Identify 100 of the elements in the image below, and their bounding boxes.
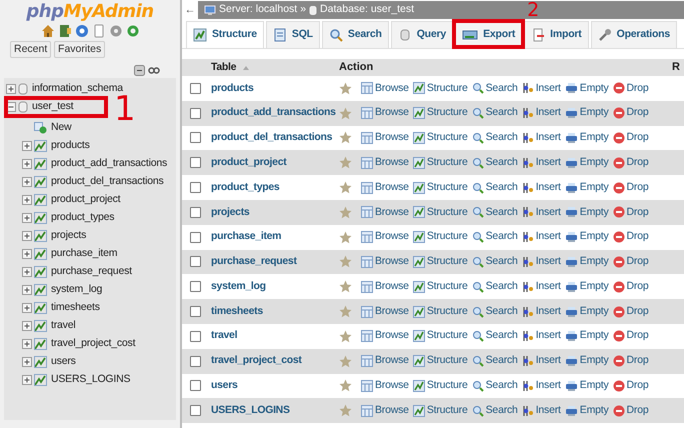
action-link[interactable]: Structure [412, 304, 468, 320]
action-link[interactable]: Empty [564, 180, 609, 196]
tab[interactable]: Search [322, 21, 389, 48]
action-link[interactable]: Search [472, 353, 518, 370]
breadcrumb-link[interactable]: Server: localhost [219, 2, 298, 18]
action-link[interactable]: Empty [564, 80, 609, 96]
action-link[interactable]: Empty [564, 204, 609, 220]
action-link[interactable]: Browse [361, 154, 409, 171]
row-checkbox[interactable] [190, 256, 201, 268]
favorite-star-icon[interactable] [339, 156, 352, 170]
action-link[interactable]: Browse [361, 254, 409, 270]
favorite-star-icon[interactable] [339, 330, 352, 343]
row-checkbox[interactable] [190, 380, 201, 392]
action-link[interactable]: Empty [564, 304, 609, 320]
action-link[interactable]: Search [472, 105, 518, 122]
action-link[interactable]: Browse [361, 180, 409, 196]
action-link[interactable]: Empty [564, 402, 609, 419]
action-link[interactable]: Browse [361, 328, 409, 344]
favorite-star-icon[interactable] [339, 305, 352, 318]
action-link[interactable]: Drop [612, 105, 648, 122]
expand-icon[interactable] [22, 285, 32, 295]
favorite-star-icon[interactable] [339, 82, 352, 95]
table-name-link[interactable]: product_add_transactions [211, 106, 336, 118]
table-name-link[interactable]: system_log [211, 280, 266, 292]
table-name-link[interactable]: product_types [211, 180, 280, 193]
action-link[interactable]: Drop [612, 402, 648, 419]
tab[interactable]: Structure [186, 21, 264, 48]
action-link[interactable]: Structure [412, 180, 468, 196]
action-link[interactable]: Empty [564, 353, 609, 370]
favorite-star-icon[interactable] [339, 230, 352, 244]
row-checkbox[interactable] [190, 356, 201, 367]
table-name-link[interactable]: product_del_transactions [211, 131, 332, 144]
expand-icon[interactable] [22, 177, 32, 187]
action-link[interactable]: Empty [564, 328, 609, 344]
tree-item[interactable]: projects [49, 228, 88, 244]
tree-item[interactable]: product_project [49, 192, 122, 208]
expand-icon[interactable] [22, 159, 32, 169]
action-link[interactable]: Search [472, 402, 518, 419]
action-link[interactable]: Insert [522, 353, 561, 370]
row-checkbox[interactable] [190, 330, 201, 342]
action-link[interactable]: Search [472, 304, 518, 320]
tab[interactable]: SQL [266, 21, 320, 48]
table-name-link[interactable]: purchase_request [211, 255, 297, 268]
expand-icon[interactable] [22, 249, 32, 259]
action-link[interactable]: Insert [522, 204, 561, 220]
action-link[interactable]: Browse [361, 304, 409, 320]
favorite-star-icon[interactable] [339, 354, 352, 368]
back-arrow[interactable]: ← [182, 2, 198, 18]
expand-icon[interactable] [22, 141, 32, 151]
action-link[interactable]: Search [472, 278, 518, 295]
action-link[interactable]: Empty [564, 154, 609, 171]
table-name-link[interactable]: projects [211, 206, 250, 218]
table-name-link[interactable]: USERS_LOGINS [211, 404, 290, 416]
tree-item[interactable]: users [49, 354, 78, 370]
tree-item[interactable]: purchase_item [49, 246, 120, 262]
tree-item[interactable]: system_log [49, 282, 104, 298]
action-link[interactable]: Insert [522, 229, 561, 246]
action-link[interactable]: Search [472, 180, 518, 196]
expand-icon[interactable] [22, 267, 32, 277]
sidebar-tab-button[interactable]: Favorites [54, 41, 106, 58]
action-link[interactable]: Drop [612, 328, 648, 344]
sidebar-tab-button[interactable]: Recent [10, 41, 52, 58]
table-name-link[interactable]: products [211, 82, 254, 94]
action-link[interactable]: Search [472, 328, 518, 344]
action-link[interactable]: Drop [612, 180, 648, 196]
action-link[interactable]: Browse [361, 402, 409, 419]
action-link[interactable]: Empty [564, 278, 609, 295]
action-link[interactable]: Structure [412, 80, 468, 96]
row-checkbox[interactable] [190, 157, 201, 168]
action-link[interactable]: Search [472, 229, 518, 246]
action-link[interactable]: Empty [564, 105, 609, 122]
action-link[interactable]: Insert [522, 105, 561, 122]
action-link[interactable]: Drop [612, 204, 648, 220]
action-link[interactable]: Insert [522, 378, 561, 394]
action-link[interactable]: Empty [564, 130, 609, 146]
action-link[interactable]: Drop [612, 229, 648, 246]
action-link[interactable]: Empty [564, 229, 609, 246]
action-link[interactable]: Browse [361, 378, 409, 394]
row-checkbox[interactable] [190, 405, 201, 416]
action-link[interactable]: Browse [361, 105, 409, 122]
action-link[interactable]: Structure [412, 204, 468, 220]
favorite-star-icon[interactable] [339, 131, 352, 144]
tree-item[interactable]: product_add_transactions [49, 156, 170, 172]
action-link[interactable]: Insert [522, 304, 561, 320]
expand-icon[interactable] [22, 357, 32, 367]
action-link[interactable]: Search [472, 130, 518, 146]
action-link[interactable]: Drop [612, 80, 648, 96]
action-link[interactable]: Structure [412, 378, 468, 394]
action-link[interactable]: Structure [412, 328, 468, 344]
tree-item[interactable]: USERS_LOGINS [49, 372, 132, 388]
table-name-link[interactable]: users [211, 379, 238, 392]
row-checkbox[interactable] [190, 108, 201, 119]
action-link[interactable]: Drop [612, 304, 648, 320]
tree-item[interactable]: travel_project_cost [49, 336, 138, 352]
action-link[interactable]: Drop [612, 154, 648, 171]
expand-icon[interactable] [22, 231, 32, 241]
expand-icon[interactable] [22, 303, 32, 313]
action-link[interactable]: Drop [612, 254, 648, 270]
action-link[interactable]: Browse [361, 353, 409, 370]
action-link[interactable]: Drop [612, 130, 648, 146]
